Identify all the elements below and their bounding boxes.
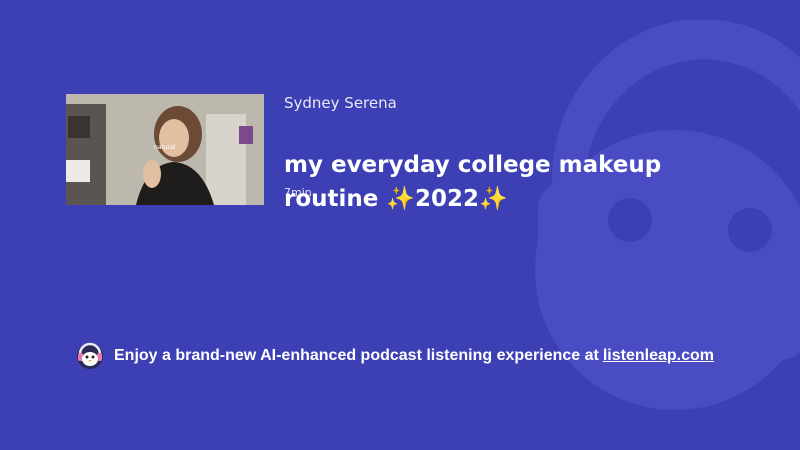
thumbnail-overlay-text: natural [154,144,176,151]
video-thumbnail[interactable]: natural [66,94,264,205]
promo-banner: Enjoy a brand-new AI-enhanced podcast li… [76,342,714,369]
penguin-logo-icon [77,342,103,369]
channel-name: Sydney Serena [284,94,397,112]
episode-title[interactable]: my everyday college makeup routine ✨2022… [284,148,704,216]
background-logo-icon [535,20,800,410]
promo-link[interactable]: listenleap.com [603,347,714,365]
promo-text: Enjoy a brand-new AI-enhanced podcast li… [114,347,599,364]
